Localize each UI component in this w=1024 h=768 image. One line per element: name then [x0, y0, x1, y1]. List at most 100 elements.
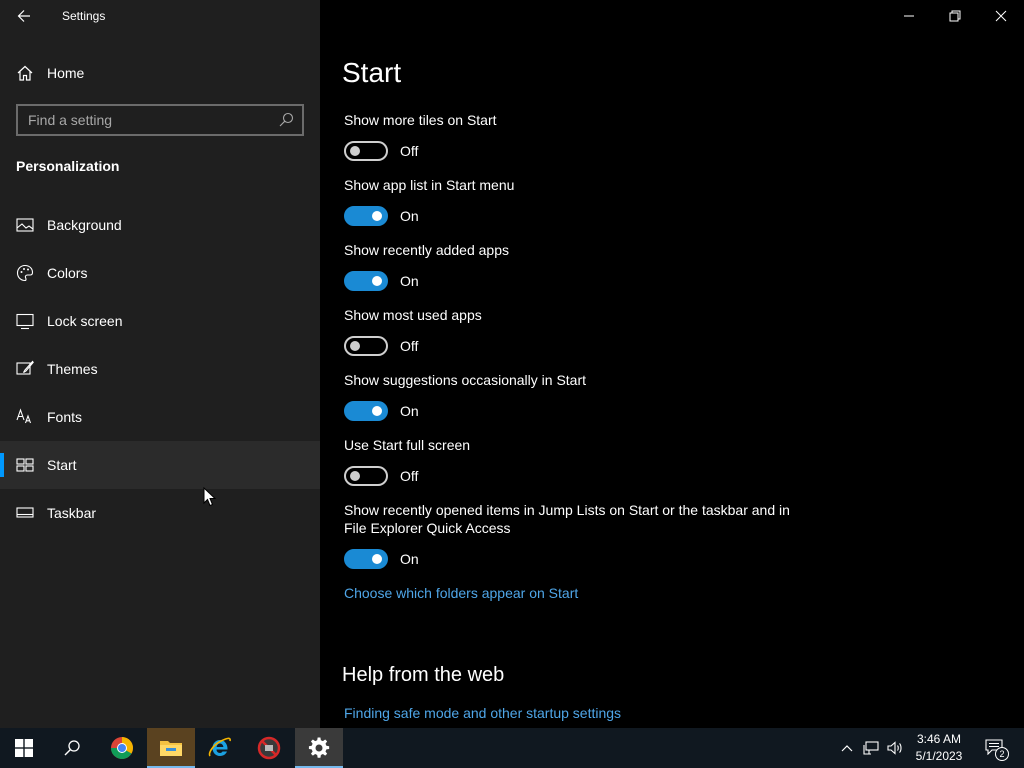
- brush-icon: [16, 360, 34, 375]
- windows-start-icon: [15, 739, 33, 757]
- restore-button[interactable]: [932, 0, 978, 32]
- app-list-toggle[interactable]: [344, 206, 388, 226]
- home-icon: [17, 65, 33, 81]
- close-icon: [995, 10, 1007, 22]
- title-bar-left: Settings: [0, 0, 320, 32]
- sidebar-item-label: Colors: [47, 265, 88, 281]
- minimize-icon: [904, 15, 914, 17]
- settings-gear-icon: [308, 737, 330, 758]
- taskbar: 3:46 AM 5/1/2023 2: [0, 728, 1024, 768]
- toggle-row: On: [344, 399, 804, 423]
- section-title: Personalization: [16, 158, 120, 174]
- choose-folders-link[interactable]: Choose which folders appear on Start: [344, 585, 578, 601]
- sidebar-item-label: Background: [47, 217, 122, 233]
- toggle-knob: [372, 554, 382, 564]
- sidebar-item-label: Taskbar: [47, 505, 97, 521]
- setting-recently-added: Show recently added apps On: [344, 241, 804, 293]
- taskbar-clock[interactable]: 3:46 AM 5/1/2023: [906, 731, 972, 765]
- safe-mode-help-link[interactable]: Finding safe mode and other startup sett…: [344, 705, 621, 721]
- sidebar-item-fonts[interactable]: Fonts: [0, 393, 320, 441]
- internet-explorer-icon: [208, 737, 231, 757]
- personalization-nav: Background Colors Lock screen Themes Fon…: [0, 201, 320, 537]
- toggle-row: On: [344, 547, 804, 571]
- toggle-knob: [372, 406, 382, 416]
- selection-indicator: [0, 453, 4, 477]
- close-button[interactable]: [978, 0, 1024, 32]
- search-icon[interactable]: [278, 112, 294, 128]
- blocked-app-icon: [257, 736, 281, 760]
- toggle-state: On: [400, 273, 419, 289]
- more-tiles-toggle[interactable]: [344, 141, 388, 161]
- restore-icon: [949, 10, 961, 22]
- taskbar-internet-explorer[interactable]: [196, 728, 244, 768]
- toggle-row: Off: [344, 139, 804, 163]
- sidebar-item-label: Themes: [47, 361, 98, 377]
- sidebar-item-label: Start: [47, 457, 77, 473]
- back-button[interactable]: [8, 1, 40, 31]
- minimize-button[interactable]: [886, 0, 932, 32]
- show-hidden-icons-button[interactable]: [836, 728, 858, 768]
- toggle-knob: [350, 471, 360, 481]
- clock-time: 3:46 AM: [916, 732, 962, 746]
- network-button[interactable]: [860, 728, 882, 768]
- sidebar-item-taskbar[interactable]: Taskbar: [0, 489, 320, 537]
- recently-added-toggle[interactable]: [344, 271, 388, 291]
- toggle-state: On: [400, 551, 419, 567]
- volume-button[interactable]: [884, 728, 906, 768]
- settings-sidebar: Settings Home Personalization Background: [0, 0, 320, 728]
- setting-label: Show most used apps: [344, 307, 482, 323]
- toggle-row: On: [344, 204, 804, 228]
- toggle-knob: [372, 276, 382, 286]
- toggle-knob: [350, 146, 360, 156]
- toggle-knob: [350, 341, 360, 351]
- setting-suggestions: Show suggestions occasionally in Start O…: [344, 371, 804, 423]
- monitor-lock-icon: [16, 313, 34, 330]
- sidebar-item-colors[interactable]: Colors: [0, 249, 320, 297]
- taskbar-icon: [16, 507, 34, 518]
- toggle-state: On: [400, 208, 419, 224]
- toggle-state: Off: [400, 143, 419, 159]
- setting-more-tiles: Show more tiles on Start Off: [344, 111, 804, 163]
- setting-jump-lists: Show recently opened items in Jump Lists…: [344, 501, 804, 571]
- start-grid-icon: [16, 458, 34, 472]
- taskbar-settings[interactable]: [295, 728, 343, 768]
- toggle-state: Off: [400, 468, 419, 484]
- find-setting-input[interactable]: [28, 111, 268, 129]
- action-center-button[interactable]: 2: [980, 728, 1020, 768]
- network-icon: [863, 741, 879, 755]
- find-setting-box[interactable]: [16, 104, 304, 136]
- toggle-row: Off: [344, 334, 804, 358]
- nav-home[interactable]: Home: [0, 52, 320, 94]
- nav-home-label: Home: [47, 65, 85, 81]
- arrow-left-icon: [17, 10, 30, 22]
- search-icon: [64, 740, 80, 756]
- taskbar-chrome[interactable]: [98, 728, 146, 768]
- taskbar-search-button[interactable]: [48, 728, 96, 768]
- font-icon: [16, 408, 32, 424]
- setting-label: Show app list in Start menu: [344, 177, 515, 193]
- sidebar-item-start[interactable]: Start: [0, 441, 320, 489]
- toggle-knob: [372, 211, 382, 221]
- help-section-title: Help from the web: [342, 664, 505, 686]
- sidebar-item-background[interactable]: Background: [0, 201, 320, 249]
- sidebar-item-label: Fonts: [47, 409, 83, 425]
- jump-lists-toggle[interactable]: [344, 549, 388, 569]
- speaker-icon: [887, 741, 902, 755]
- sidebar-item-lock-screen[interactable]: Lock screen: [0, 297, 320, 345]
- setting-app-list: Show app list in Start menu On: [344, 176, 804, 228]
- setting-most-used: Show most used apps Off: [344, 306, 804, 358]
- start-button[interactable]: [0, 728, 48, 768]
- settings-content: Start Show more tiles on Start Off Show …: [320, 0, 1024, 728]
- suggestions-toggle[interactable]: [344, 401, 388, 421]
- full-screen-toggle[interactable]: [344, 466, 388, 486]
- chevron-up-icon: [841, 745, 853, 752]
- sidebar-item-label: Lock screen: [47, 313, 123, 329]
- clock-date: 5/1/2023: [915, 749, 963, 763]
- setting-label: Show recently opened items in Jump Lists…: [344, 502, 790, 536]
- most-used-toggle[interactable]: [344, 336, 388, 356]
- sidebar-item-themes[interactable]: Themes: [0, 345, 320, 393]
- taskbar-blocked-app[interactable]: [245, 728, 293, 768]
- setting-label: Show more tiles on Start: [344, 112, 497, 128]
- page-title: Start: [342, 57, 402, 88]
- taskbar-file-explorer[interactable]: [147, 728, 195, 768]
